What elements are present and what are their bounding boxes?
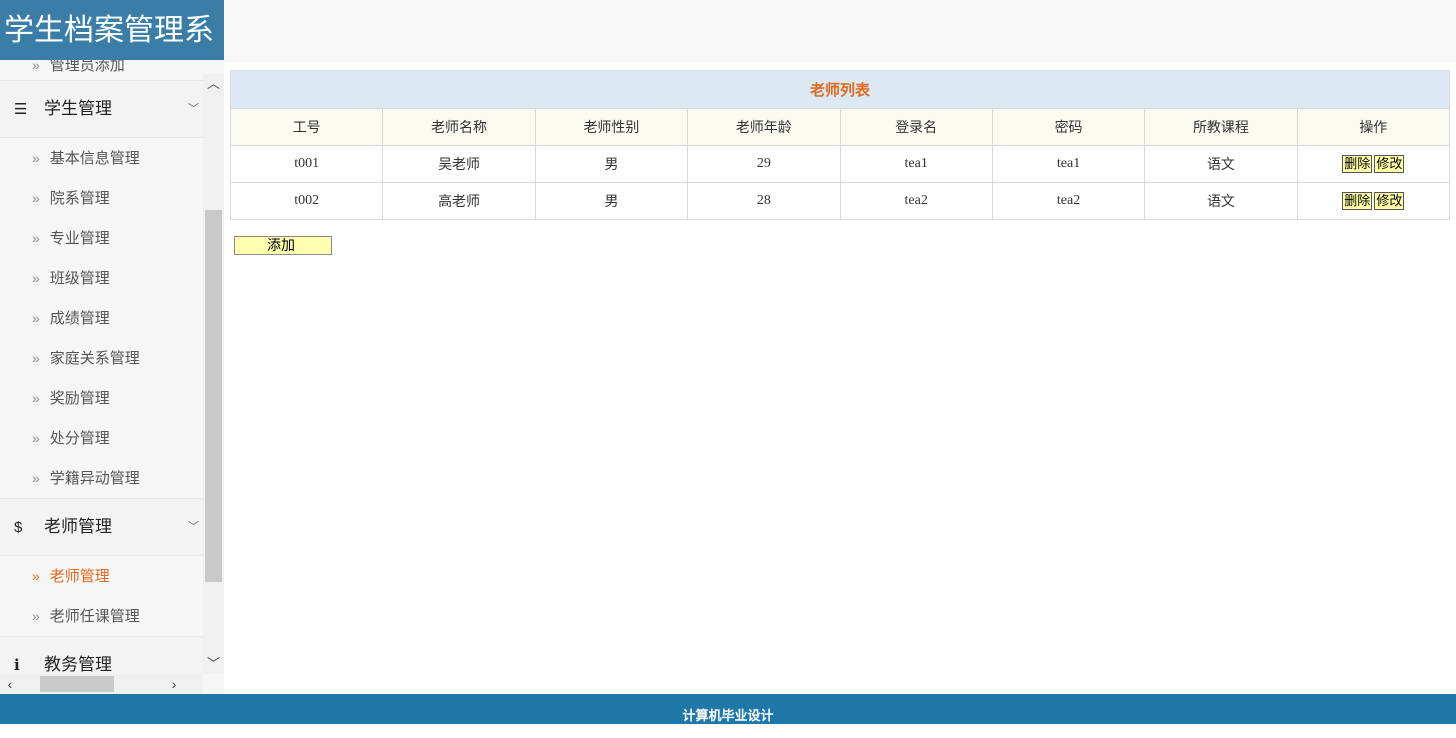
- table-caption: 老师列表: [230, 70, 1450, 109]
- scroll-right-icon[interactable]: ›: [164, 674, 184, 694]
- sidebar-item-teacher-course[interactable]: » 老师任课管理: [0, 596, 203, 636]
- scroll-up-icon[interactable]: ︿: [203, 74, 224, 94]
- double-chevron-right-icon: »: [32, 190, 40, 206]
- double-chevron-right-icon: »: [32, 608, 40, 624]
- list-icon: ☰: [14, 101, 28, 118]
- double-chevron-right-icon: »: [32, 310, 40, 326]
- table-cell: tea1: [839, 145, 993, 183]
- sidebar-item-grades[interactable]: » 成绩管理: [0, 298, 203, 338]
- double-chevron-right-icon: »: [32, 350, 40, 366]
- double-chevron-right-icon: »: [32, 150, 40, 166]
- table-cell: tea2: [839, 182, 993, 220]
- table-row: t002 高老师 男 28 tea2 tea2 语文 删除 修改: [229, 182, 1451, 220]
- teacher-table: 老师列表 工号 老师名称 老师性别 老师年龄 登录名 密码 所教课程 操作 t0…: [229, 70, 1451, 220]
- sidebar-group-student[interactable]: ☰ 学生管理 ﹀: [0, 80, 203, 138]
- sidebar-group-academic[interactable]: i 教务管理: [0, 636, 203, 678]
- sidebar-item-class[interactable]: » 班级管理: [0, 258, 203, 298]
- sidebar-vertical-scrollbar[interactable]: ︿ ﹀: [203, 74, 224, 674]
- sidebar-item-status-change[interactable]: » 学籍异动管理: [0, 458, 203, 498]
- table-cell: 吴老师: [382, 145, 536, 183]
- double-chevron-right-icon: »: [32, 390, 40, 406]
- sidebar: » 管理员添加 ☰ 学生管理 ﹀ » 基本信息管理 » 院系管理 » 专业管理 » 班级管理…: [0, 60, 224, 694]
- sidebar-item-rewards[interactable]: » 奖励管理: [0, 378, 203, 418]
- table-cell: 语文: [1144, 182, 1298, 220]
- table-caption-row: 老师列表: [230, 70, 1450, 109]
- sidebar-item-family[interactable]: » 家庭关系管理: [0, 338, 203, 378]
- column-header: 工号: [229, 108, 384, 146]
- scrollbar-thumb[interactable]: [205, 210, 222, 582]
- scroll-down-icon[interactable]: ﹀: [203, 654, 224, 674]
- edit-button[interactable]: 修改: [1374, 192, 1405, 210]
- sidebar-item-admin-add[interactable]: » 管理员添加: [0, 60, 203, 80]
- double-chevron-right-icon: »: [32, 430, 40, 446]
- column-header: 老师性别: [534, 108, 689, 146]
- main-content: 老师列表 工号 老师名称 老师性别 老师年龄 登录名 密码 所教课程 操作 t0…: [229, 70, 1451, 255]
- table-cell: 高老师: [382, 182, 536, 220]
- double-chevron-right-icon: »: [32, 60, 40, 73]
- table-cell: tea1: [991, 145, 1146, 183]
- sidebar-item-teacher-manage[interactable]: » 老师管理: [0, 556, 203, 596]
- sidebar-menu: » 管理员添加 ☰ 学生管理 ﹀ » 基本信息管理 » 院系管理 » 专业管理 » 班级管理…: [0, 60, 203, 678]
- column-header: 老师年龄: [687, 108, 841, 146]
- table-cell: 男: [534, 182, 689, 220]
- column-header: 所教课程: [1144, 108, 1298, 146]
- chevron-down-icon: ﹀: [188, 521, 199, 533]
- table-cell: tea2: [991, 182, 1146, 220]
- table-cell: 男: [534, 145, 689, 183]
- column-header: 密码: [991, 108, 1146, 146]
- double-chevron-right-icon: »: [32, 270, 40, 286]
- chevron-down-icon: ﹀: [188, 103, 199, 115]
- sidebar-item-department[interactable]: » 院系管理: [0, 178, 203, 218]
- sidebar-horizontal-scrollbar[interactable]: ‹ ›: [0, 674, 203, 694]
- scroll-left-icon[interactable]: ‹: [0, 674, 20, 694]
- add-teacher-button[interactable]: 添加: [234, 236, 332, 255]
- sidebar-item-punishment[interactable]: » 处分管理: [0, 418, 203, 458]
- double-chevron-right-icon: »: [32, 470, 40, 486]
- table-cell: t002: [229, 182, 384, 220]
- table-cell: 28: [687, 182, 841, 220]
- table-cell: 29: [687, 145, 841, 183]
- sidebar-item-major[interactable]: » 专业管理: [0, 218, 203, 258]
- table-header-row: 工号 老师名称 老师性别 老师年龄 登录名 密码 所教课程 操作: [229, 108, 1451, 146]
- table-cell: 语文: [1144, 145, 1298, 183]
- action-cell: 删除 修改: [1296, 182, 1451, 220]
- delete-button[interactable]: 删除: [1342, 155, 1373, 173]
- column-header: 登录名: [839, 108, 993, 146]
- table-row: t001 吴老师 男 29 tea1 tea1 语文 删除 修改: [229, 145, 1451, 183]
- double-chevron-right-icon: »: [32, 230, 40, 246]
- double-chevron-right-icon: »: [32, 568, 40, 584]
- edit-button[interactable]: 修改: [1374, 155, 1405, 173]
- footer: 计算机毕业设计: [0, 694, 1456, 724]
- dollar-icon: $: [14, 519, 23, 536]
- sidebar-group-teacher[interactable]: $ 老师管理 ﹀: [0, 498, 203, 556]
- delete-button[interactable]: 删除: [1342, 192, 1373, 210]
- column-header: 操作: [1296, 108, 1451, 146]
- sidebar-item-basic-info[interactable]: » 基本信息管理: [0, 138, 203, 178]
- action-cell: 删除 修改: [1296, 145, 1451, 183]
- scrollbar-thumb[interactable]: [40, 676, 114, 692]
- system-title: 学生档案管理系: [0, 0, 224, 60]
- table-cell: t001: [229, 145, 384, 183]
- column-header: 老师名称: [382, 108, 536, 146]
